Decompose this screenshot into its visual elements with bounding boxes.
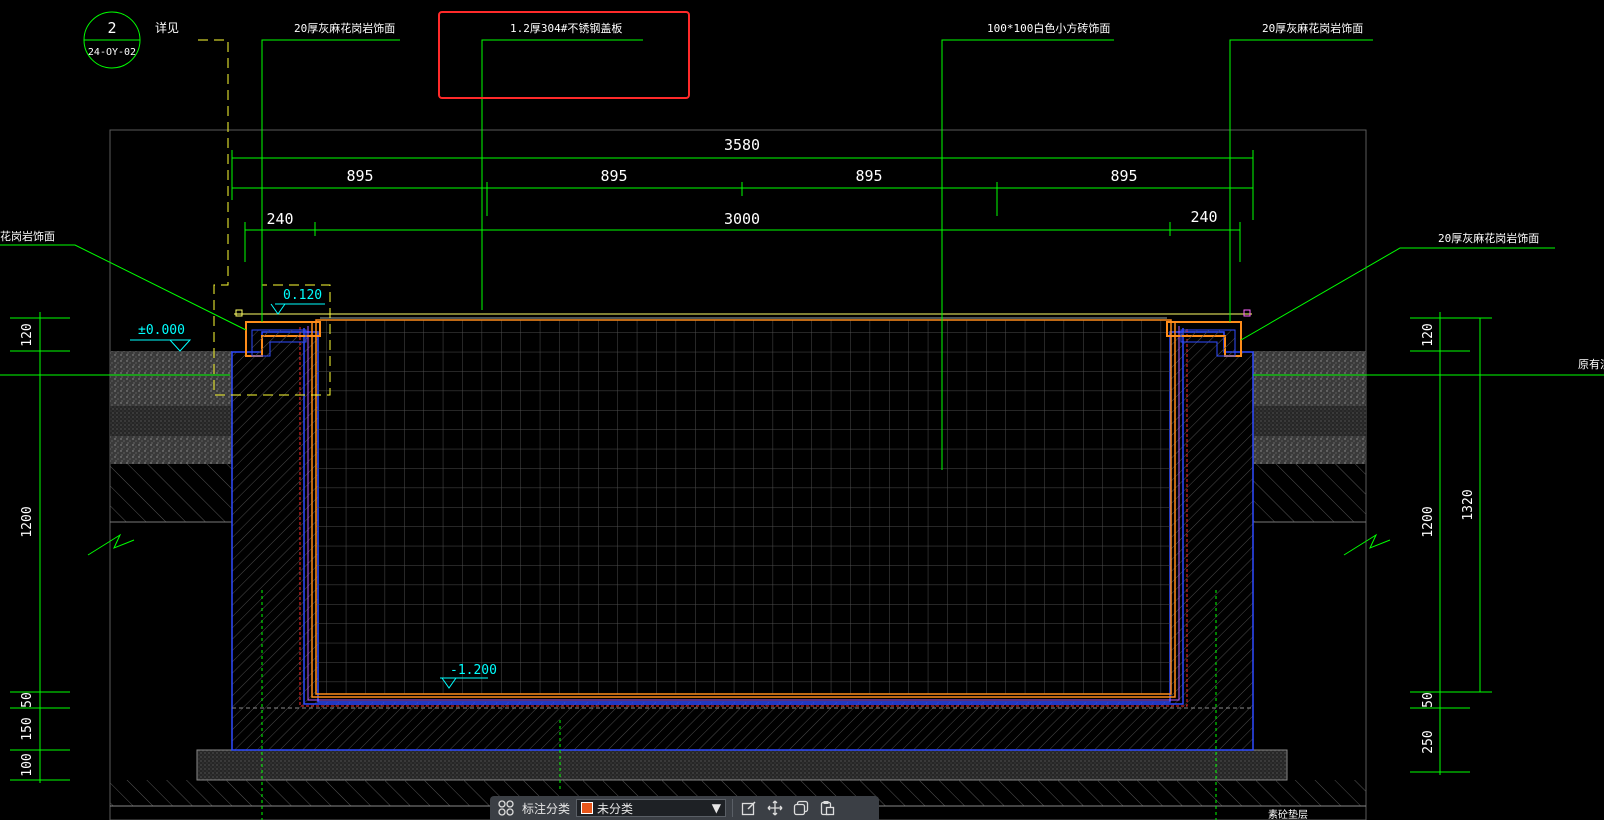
dim-right-v-4: 250 xyxy=(1421,730,1436,753)
dim-quarter-2: 895 xyxy=(600,167,627,185)
annotation-category-select[interactable]: 未分类 ▼ xyxy=(576,799,727,817)
dim-left-v-1: 120 xyxy=(20,323,35,346)
callout-bottom-right: 素砼垫层 xyxy=(1268,808,1308,820)
level-mark-ground: ±0.000 xyxy=(130,323,192,352)
callout-top-right-b: 20厚灰麻花岗岩饰面 xyxy=(1262,21,1363,35)
dim-left-v-4: 150 xyxy=(20,717,35,740)
dim-quarter-1: 895 xyxy=(346,167,373,185)
detail-reference-bubble[interactable]: 2 24-OY-02 xyxy=(83,11,141,69)
callout-mid-right: 20厚灰麻花岗岩饰面 xyxy=(1438,231,1539,245)
move-icon[interactable] xyxy=(765,798,785,818)
detail-note: 详见 xyxy=(155,20,179,35)
cad-drawing-canvas[interactable]: 2 24-OY-02 详见 20厚灰麻花岗岩饰面 1.2厚304#不锈钢盖板 1… xyxy=(0,0,1604,820)
callout-top-right-a: 100*100白色小方砖饰面 xyxy=(987,21,1110,35)
dim-left-v-5: 100 xyxy=(20,753,35,776)
dim-left-wall: 240 xyxy=(266,210,293,228)
dim-quarter-3: 895 xyxy=(855,167,882,185)
grid-icon[interactable] xyxy=(496,798,516,818)
annotation-category-value: 未分类 xyxy=(597,801,634,816)
paste-icon[interactable] xyxy=(817,798,837,818)
annotation-toolbar: 标注分类 未分类 ▼ xyxy=(490,796,879,820)
tile-lining xyxy=(315,319,1172,695)
detail-sheet: 24-OY-02 xyxy=(88,47,136,58)
dim-overall: 3580 xyxy=(724,136,760,154)
detail-number: 2 xyxy=(107,19,116,37)
dim-quarter-4: 895 xyxy=(1110,167,1137,185)
svg-text:-1.200: -1.200 xyxy=(450,663,497,678)
dim-right-v-2: 1200 xyxy=(1421,506,1436,537)
edit-icon[interactable] xyxy=(739,798,759,818)
annotation-category-label: 标注分类 xyxy=(522,801,571,816)
steel-cover-plate xyxy=(234,309,1252,319)
ground-strata-right xyxy=(1253,351,1391,556)
callout-far-right: 原有混 xyxy=(1578,357,1604,371)
dim-right-v-1: 120 xyxy=(1421,323,1436,346)
dim-left-v-3: 50 xyxy=(20,692,35,708)
toolbar-divider xyxy=(732,799,734,817)
dim-right-v-3: 50 xyxy=(1421,692,1436,708)
category-color-swatch xyxy=(581,802,594,814)
callout-top-center: 1.2厚304#不锈钢盖板 xyxy=(510,21,622,35)
callout-mid-left: 花岗岩饰面 xyxy=(0,229,55,243)
dim-right-wall: 240 xyxy=(1190,208,1217,226)
dim-left-v-2: 1200 xyxy=(20,506,35,537)
dim-inner: 3000 xyxy=(724,210,760,228)
level-mark-top: 0.120 xyxy=(270,288,325,315)
copy-icon[interactable] xyxy=(791,798,811,818)
callout-top-left: 20厚灰麻花岗岩饰面 xyxy=(294,21,395,35)
svg-text:±0.000: ±0.000 xyxy=(138,323,185,338)
chevron-down-icon: ▼ xyxy=(711,801,722,815)
svg-text:0.120: 0.120 xyxy=(283,288,322,303)
dim-right-total: 1320 xyxy=(1461,489,1476,520)
